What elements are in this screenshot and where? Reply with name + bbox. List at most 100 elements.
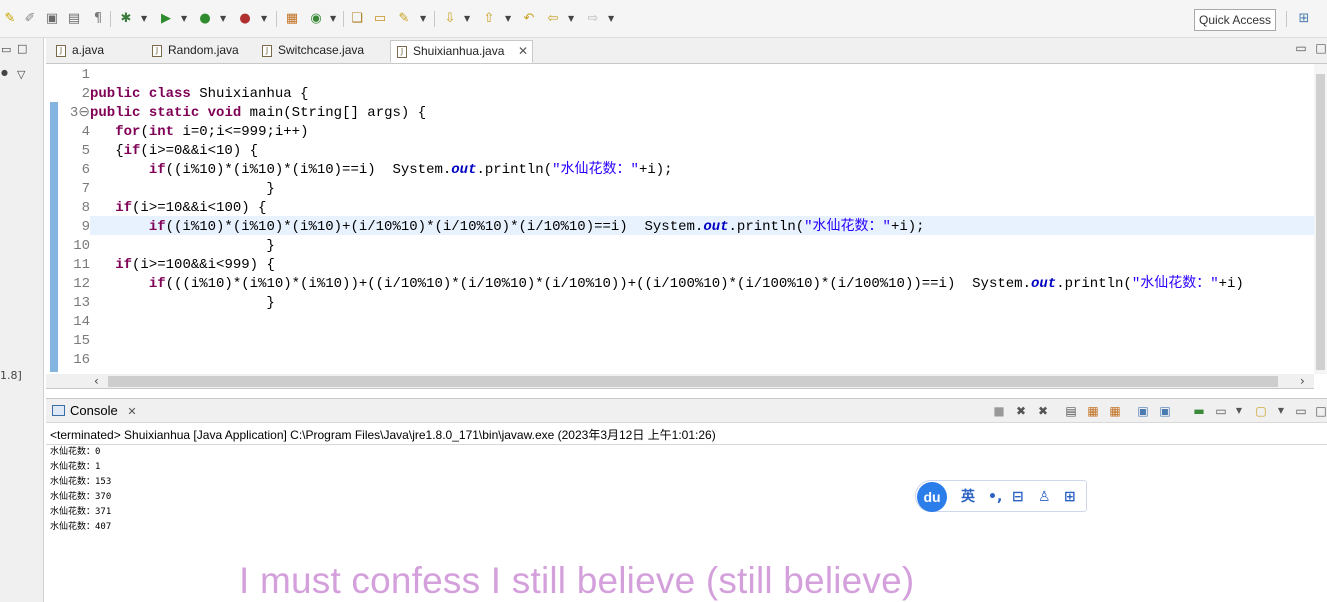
close-icon[interactable]: ✕ xyxy=(127,405,136,418)
chevron-down-icon[interactable]: ▼ xyxy=(505,12,511,26)
code-line[interactable]: } xyxy=(90,180,274,199)
open-type-icon[interactable]: ❏ xyxy=(349,11,365,27)
save-icon[interactable]: ▣ xyxy=(44,11,60,27)
clear-console-icon[interactable]: ▤ xyxy=(1064,404,1078,418)
chevron-down-icon[interactable]: ▼ xyxy=(261,12,267,26)
scroll-left-icon[interactable]: ‹ xyxy=(94,374,99,389)
minimize-icon[interactable]: ▭ xyxy=(1294,41,1308,55)
print-icon[interactable]: ▤ xyxy=(66,11,82,27)
pin-console-icon[interactable]: ▬ xyxy=(1192,404,1206,418)
search-icon[interactable]: ✎ xyxy=(396,11,412,27)
maximize-icon[interactable]: □ xyxy=(17,42,27,55)
chevron-down-icon[interactable]: ▼ xyxy=(1232,404,1246,418)
code-line[interactable]: if(i>=100&&i<999) { xyxy=(90,256,275,275)
main-toolbar: ✎ ✐ ▣ ▤ ¶ ✱ ▼ ▶ ▼ ● ▼ ● ▼ ▦ ◉ ▼ ❏ ▭ ✎ ▼ … xyxy=(0,0,1327,38)
chevron-down-icon[interactable]: ▼ xyxy=(330,12,336,26)
ime-logo[interactable]: du xyxy=(917,482,947,512)
remove-launch-icon[interactable]: ✖ xyxy=(1014,404,1028,418)
ime-punctuation-toggle[interactable]: •, xyxy=(988,488,1002,506)
last-edit-icon[interactable]: ↶ xyxy=(521,11,537,27)
debug-icon[interactable]: ✱ xyxy=(118,11,134,27)
run-icon[interactable]: ▶ xyxy=(158,11,174,27)
package-explorer-minimized: ▭ □ ● ▽ 1.8] xyxy=(0,38,44,602)
previous-annotation-icon[interactable]: ⇧ xyxy=(481,11,497,27)
paragraph-icon[interactable]: ¶ xyxy=(90,11,106,27)
edit-icon[interactable]: ✎ xyxy=(2,11,18,27)
editor-horizontal-scrollbar[interactable]: ‹ › xyxy=(46,374,1314,389)
scroll-thumb[interactable] xyxy=(108,376,1278,387)
show-on-stdout-icon[interactable]: ▣ xyxy=(1136,404,1150,418)
line-number: 6 xyxy=(81,162,90,178)
perspective-icon[interactable]: ⊞ xyxy=(1296,11,1312,27)
editor-vertical-scrollbar[interactable] xyxy=(1314,64,1327,374)
display-console-icon[interactable]: ▭ xyxy=(1214,404,1228,418)
code-line[interactable]: if((i%10)*(i%10)*(i%10)+(i/10%10)*(i/10%… xyxy=(90,218,925,237)
code-line[interactable]: {if(i>=0&&i<10) { xyxy=(90,142,258,161)
tab-a-java[interactable]: J a.java xyxy=(50,40,136,63)
code-line[interactable]: public static void main(String[] args) { xyxy=(90,104,426,123)
ime-toolbar[interactable]: du 英 •, ⊟ ♙ ⊞ xyxy=(915,480,1087,512)
chevron-down-icon[interactable]: ▼ xyxy=(141,12,147,26)
new-class-icon[interactable]: ◉ xyxy=(308,11,324,27)
code-line[interactable]: if((i%10)*(i%10)*(i%10)==i) System.out.p… xyxy=(90,161,673,180)
show-on-stderr-icon[interactable]: ▣ xyxy=(1158,404,1172,418)
code-line[interactable]: } xyxy=(90,237,274,256)
toolbox-icon[interactable]: ⊟ xyxy=(1012,488,1024,506)
line-number: 16 xyxy=(73,352,90,368)
pencil-icon[interactable]: ✐ xyxy=(22,11,38,27)
output-line: 水仙花数：407 xyxy=(50,522,112,532)
chevron-down-icon[interactable]: ▼ xyxy=(220,12,226,26)
console-tab-label: Console xyxy=(70,403,118,418)
code-line[interactable]: public class Shuixianhua { xyxy=(90,85,308,104)
terminate-icon[interactable]: ■ xyxy=(992,404,1006,418)
remove-all-terminated-icon[interactable]: ✖ xyxy=(1036,404,1050,418)
open-task-icon[interactable]: ▭ xyxy=(372,11,388,27)
word-wrap-icon[interactable]: ▦ xyxy=(1108,404,1122,418)
line-number: 13 xyxy=(73,295,90,311)
next-annotation-icon[interactable]: ⇩ xyxy=(442,11,458,27)
ime-language-toggle[interactable]: 英 xyxy=(961,488,975,506)
tab-label: Random.java xyxy=(168,43,239,57)
line-number[interactable]: 3⊖ xyxy=(60,104,90,123)
scroll-thumb[interactable] xyxy=(1316,74,1325,370)
line-number: 5 xyxy=(81,143,90,159)
line-number: 14 xyxy=(73,314,90,330)
user-icon[interactable]: ♙ xyxy=(1038,488,1051,506)
tab-shuixianhua-java[interactable]: J Shuixianhua.java ✕ xyxy=(390,40,533,63)
chevron-down-icon[interactable]: ▼ xyxy=(568,12,574,26)
tab-random-java[interactable]: J Random.java xyxy=(146,40,256,63)
chevron-down-icon[interactable]: ▼ xyxy=(1274,404,1288,418)
code-line[interactable]: if(((i%10)*(i%10)*(i%10))+((i/10%10)*(i/… xyxy=(90,275,1244,294)
minimize-icon[interactable]: ▭ xyxy=(1294,404,1308,418)
grid-icon[interactable]: ⊞ xyxy=(1064,488,1076,506)
scroll-lock-icon[interactable]: ▦ xyxy=(1086,404,1100,418)
external-tools-icon[interactable]: ● xyxy=(237,11,253,27)
open-console-icon[interactable]: ▢ xyxy=(1254,404,1268,418)
chevron-down-icon[interactable]: ▼ xyxy=(608,12,614,26)
forward-icon[interactable]: ⇨ xyxy=(585,11,601,27)
tab-console[interactable]: Console ✕ xyxy=(50,401,137,423)
maximize-icon[interactable]: □ xyxy=(1314,41,1327,55)
scroll-right-icon[interactable]: › xyxy=(1300,374,1305,389)
toolbar-separator xyxy=(276,11,277,27)
coverage-icon[interactable]: ● xyxy=(197,11,213,27)
line-number: 1 xyxy=(81,67,90,83)
view-menu-icon[interactable]: ▽ xyxy=(17,68,25,81)
chevron-down-icon[interactable]: ▼ xyxy=(464,12,470,26)
output-line: 水仙花数：1 xyxy=(50,462,101,472)
jre-version-label: 1.8] xyxy=(0,369,22,382)
code-editor[interactable]: 1 2 3⊖ 4 5 6 7 8 9 10 11 12 13 14 15 16 … xyxy=(46,64,1327,374)
chevron-down-icon[interactable]: ▼ xyxy=(420,12,426,26)
code-line[interactable]: for(int i=0;i<=999;i++) xyxy=(90,123,308,142)
code-line[interactable]: if(i>=10&&i<100) { xyxy=(90,199,266,218)
quick-access-input[interactable]: Quick Access xyxy=(1194,9,1276,31)
back-icon[interactable]: ⇦ xyxy=(545,11,561,27)
code-line[interactable]: } xyxy=(90,294,274,313)
line-number: 15 xyxy=(73,333,90,349)
minimize-icon[interactable]: ▭ xyxy=(1,43,11,56)
close-icon[interactable]: ✕ xyxy=(518,41,528,62)
new-package-icon[interactable]: ▦ xyxy=(284,11,300,27)
maximize-icon[interactable]: □ xyxy=(1314,404,1327,418)
tab-switchcase-java[interactable]: J Switchcase.java xyxy=(256,40,390,63)
chevron-down-icon[interactable]: ▼ xyxy=(181,12,187,26)
